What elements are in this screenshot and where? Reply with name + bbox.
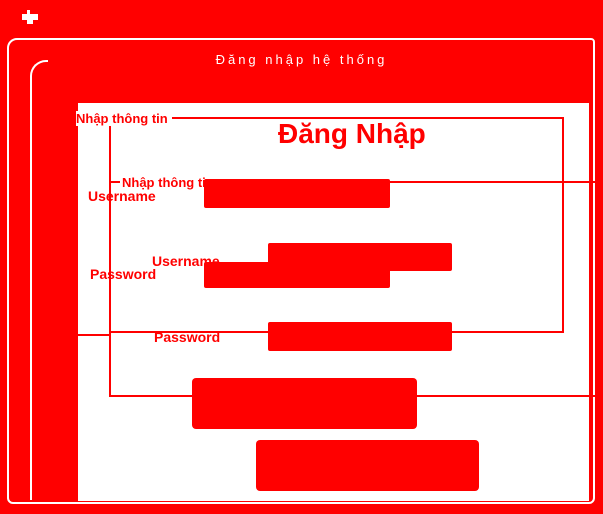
password-input-inner[interactable] (268, 322, 452, 351)
exit-button[interactable] (256, 440, 479, 491)
username-label: Username (88, 188, 156, 204)
info-groupbox-inner (109, 181, 603, 397)
window-title: Đăng nhập hệ thống (215, 52, 388, 67)
login-button[interactable] (192, 378, 417, 429)
page-title: Đăng Nhập (278, 118, 426, 149)
password-label: Password (90, 266, 157, 282)
window-frame-edge (30, 60, 48, 500)
divider-line (78, 334, 110, 336)
password-label-inner: Password (154, 329, 221, 345)
app-icon (22, 10, 38, 24)
info-groupbox-label: Nhập thông tin (76, 111, 172, 126)
username-input[interactable] (204, 179, 390, 208)
username-connector (240, 263, 270, 265)
username-label-inner: Username (152, 253, 220, 269)
username-input-inner[interactable] (268, 243, 452, 271)
app-window: Đăng nhập hệ thống Nhập thông tin Nhập t… (0, 0, 603, 514)
